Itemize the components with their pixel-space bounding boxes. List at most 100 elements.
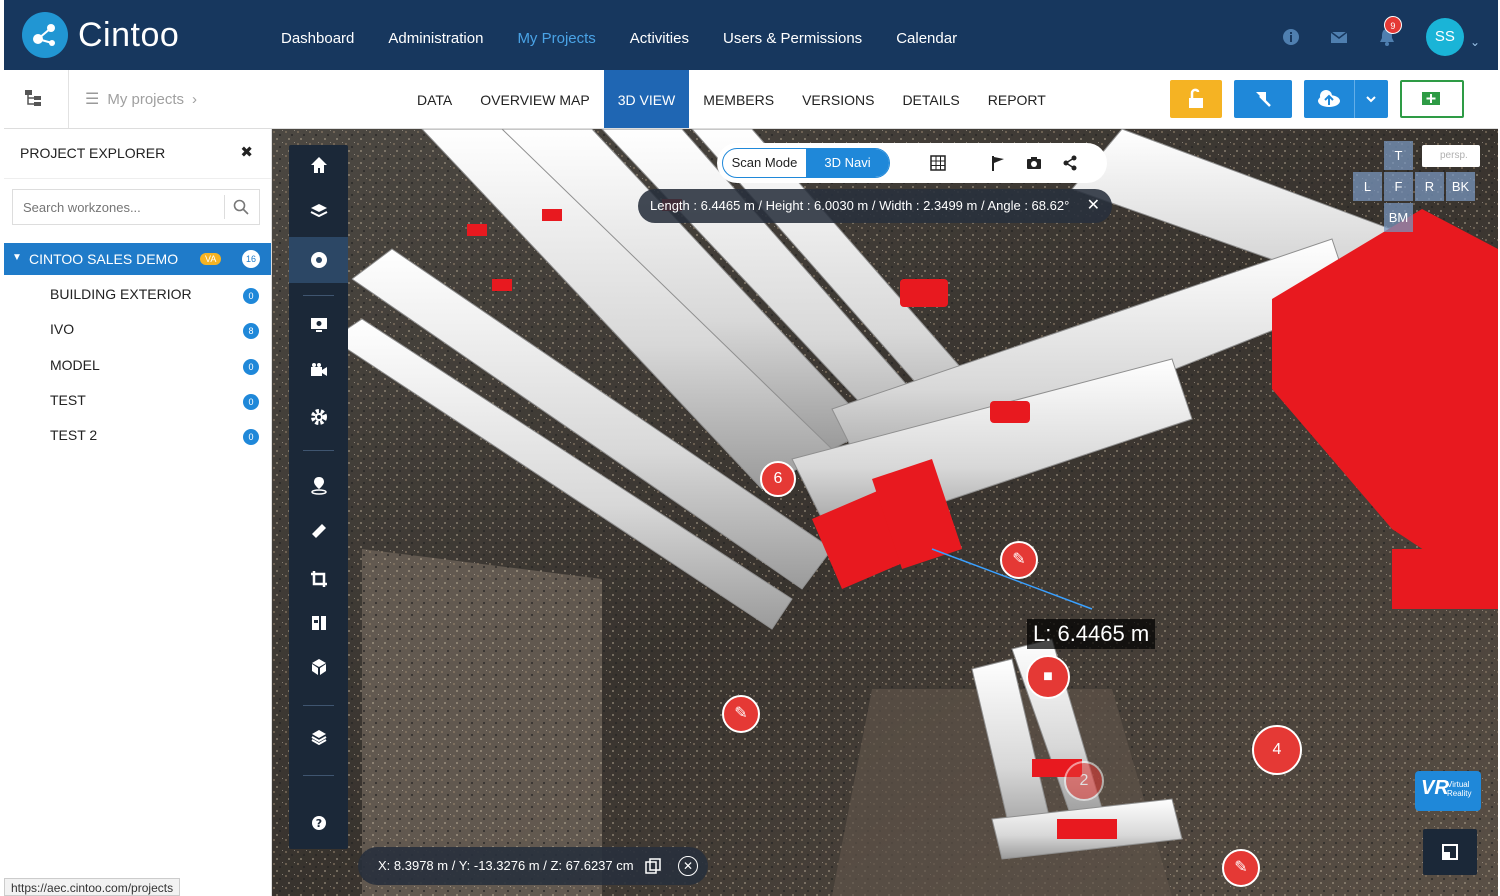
tab-overview-map[interactable]: OVERVIEW MAP: [466, 70, 603, 128]
location-pin-icon: [310, 477, 327, 495]
workzone-item[interactable]: TEST 0: [50, 392, 270, 422]
view-top-button[interactable]: T: [1384, 141, 1413, 170]
workzone-root-name: CINTOO SALES DEMO: [29, 251, 179, 267]
hamburger-menu-icon[interactable]: ☰: [85, 89, 99, 109]
toolbar-divider: [303, 295, 334, 296]
virtual-reality-button[interactable]: VR Virtual Reality: [1415, 771, 1481, 811]
svg-text:?: ?: [315, 817, 321, 830]
location-pin-button[interactable]: [289, 465, 348, 505]
ruler-icon: [311, 524, 326, 538]
view-back-button[interactable]: BK: [1446, 172, 1475, 201]
mail-icon[interactable]: [1328, 26, 1350, 48]
annotation-marker[interactable]: 2: [1064, 761, 1104, 801]
workzone-item[interactable]: IVO 8: [50, 321, 270, 351]
coordinates-text: X: 8.3978 m / Y: -13.3276 m / Z: 67.6237…: [378, 858, 634, 873]
view-left-button[interactable]: L: [1353, 172, 1382, 201]
scan-mode-button[interactable]: Scan Mode: [723, 149, 806, 177]
tree-view-icon[interactable]: [24, 88, 44, 108]
point-cloud-scene[interactable]: [272, 129, 1498, 896]
cube-icon: [311, 659, 326, 675]
close-icon[interactable]: ✕: [1087, 189, 1100, 223]
search-input[interactable]: [13, 190, 223, 224]
grid-icon[interactable]: [929, 154, 947, 172]
measure-marker[interactable]: ✎: [1222, 849, 1260, 887]
compare-icon: [311, 616, 326, 630]
fullscreen-button[interactable]: [1423, 829, 1477, 875]
va-badge: VA: [200, 253, 222, 265]
cintoo-logo[interactable]: Cintoo: [22, 12, 179, 58]
screen-capture-button[interactable]: [289, 305, 348, 345]
tab-members[interactable]: MEMBERS: [689, 70, 788, 128]
breadcrumb-my-projects[interactable]: My projects: [107, 91, 184, 108]
close-icon[interactable]: ✖: [240, 143, 253, 161]
home-button[interactable]: [289, 145, 348, 185]
add-scan-button[interactable]: [1400, 80, 1464, 118]
nav-dashboard[interactable]: Dashboard: [281, 30, 354, 47]
workzone-root[interactable]: ▼ CINTOO SALES DEMO VA 16: [4, 243, 271, 275]
flag-icon[interactable]: [989, 154, 1007, 172]
nav-administration[interactable]: Administration: [388, 30, 483, 47]
camera-icon[interactable]: [1025, 154, 1043, 172]
help-button[interactable]: ?: [289, 803, 348, 843]
notifications-bell-icon[interactable]: 9: [1376, 16, 1402, 48]
compare-button[interactable]: [289, 603, 348, 643]
nav-users-permissions[interactable]: Users & Permissions: [723, 30, 862, 47]
measure-marker[interactable]: ✎: [1000, 541, 1038, 579]
viewer-mode-bar: Scan Mode 3D Navi: [717, 143, 1107, 183]
layers-button[interactable]: [289, 191, 348, 231]
workzone-count-badge: 16: [242, 250, 260, 268]
scan-station-marker[interactable]: ■: [1026, 655, 1070, 699]
projection-toggle[interactable]: persp.: [1422, 145, 1480, 167]
stack-icon: [311, 730, 326, 746]
tab-data[interactable]: DATA: [403, 70, 466, 128]
nav-activities[interactable]: Activities: [630, 30, 689, 47]
user-avatar[interactable]: SS: [1425, 18, 1464, 56]
help-icon: ?: [311, 816, 326, 830]
chevron-down-icon[interactable]: ⌄: [1470, 35, 1480, 49]
annotation-marker[interactable]: 4: [1252, 725, 1302, 775]
mode-toggle: Scan Mode 3D Navi: [722, 148, 890, 178]
3d-viewer[interactable]: 6 4 2 ✎ ✎ ■ ✎ ? Scan Mode 3D Navi Length…: [272, 129, 1498, 896]
annotation-marker[interactable]: 6: [760, 461, 796, 497]
tab-3d-view[interactable]: 3D VIEW: [603, 70, 690, 128]
measurement-text: Length : 6.4465 m / Height : 6.0030 m / …: [650, 198, 1070, 213]
measure-button[interactable]: [289, 511, 348, 551]
search-icon[interactable]: [233, 199, 249, 215]
unlock-button[interactable]: [1170, 80, 1222, 118]
workzone-item[interactable]: BUILDING EXTERIOR 0: [50, 286, 270, 316]
view-right-button[interactable]: R: [1415, 172, 1444, 201]
workzone-count-badge: 0: [243, 429, 259, 445]
measure-marker[interactable]: ✎: [722, 695, 760, 733]
nav-calendar[interactable]: Calendar: [896, 30, 957, 47]
navigation-mode-button[interactable]: [289, 237, 348, 283]
project-toolbar: ☰ My projects › DATA OVERVIEW MAP 3D VIE…: [4, 70, 1498, 129]
close-icon[interactable]: ✕: [678, 856, 698, 876]
cloud-upload-icon: [1318, 90, 1340, 107]
caret-down-icon[interactable]: ▼: [12, 252, 22, 263]
project-explorer-header: PROJECT EXPLORER ✖: [4, 129, 271, 179]
unlock-icon: [1189, 88, 1203, 108]
upload-button[interactable]: [1304, 80, 1388, 118]
info-icon[interactable]: [1280, 26, 1302, 48]
share-icon[interactable]: [1061, 154, 1079, 172]
view-front-button[interactable]: F: [1384, 172, 1413, 201]
layer-stack-button[interactable]: [289, 717, 348, 757]
workzone-item[interactable]: TEST 2 0: [50, 427, 270, 457]
project-explorer-title: PROJECT EXPLORER: [20, 145, 166, 161]
view-bottom-button[interactable]: BM: [1384, 203, 1413, 232]
workzone-name: MODEL: [50, 357, 100, 373]
settings-button[interactable]: [289, 397, 348, 437]
workzone-item[interactable]: MODEL 0: [50, 357, 270, 387]
3d-navi-button[interactable]: 3D Navi: [806, 149, 889, 177]
nav-my-projects[interactable]: My Projects: [517, 30, 595, 47]
tab-report[interactable]: REPORT: [974, 70, 1060, 128]
tab-versions[interactable]: VERSIONS: [788, 70, 888, 128]
tab-details[interactable]: DETAILS: [888, 70, 973, 128]
length-label: L: 6.4465 m: [1027, 619, 1156, 649]
share-pin-button[interactable]: [1234, 80, 1292, 118]
bim-model-button[interactable]: [289, 647, 348, 687]
compass-icon: [310, 252, 327, 268]
copy-icon[interactable]: [644, 857, 662, 875]
crop-button[interactable]: [289, 559, 348, 599]
video-camera-button[interactable]: [289, 351, 348, 391]
